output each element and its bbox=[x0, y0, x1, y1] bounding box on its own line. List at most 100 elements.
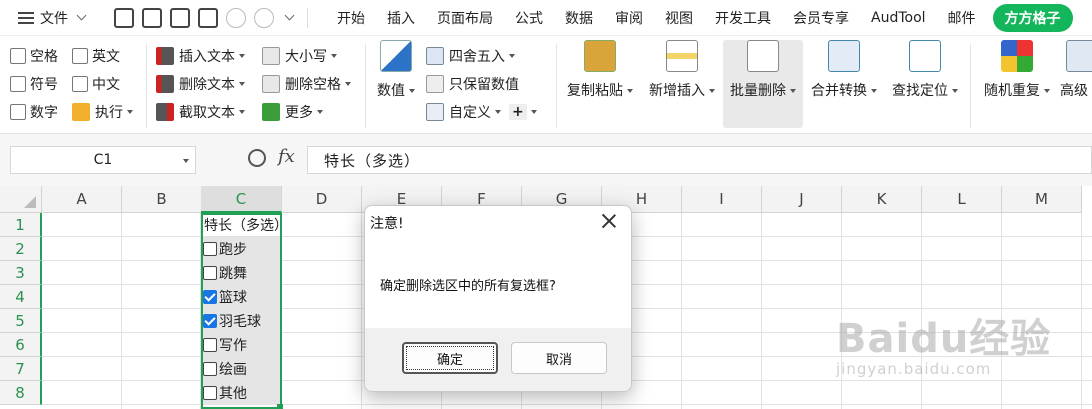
checkbox-unchecked[interactable] bbox=[203, 338, 217, 352]
row-header-5[interactable]: 5 bbox=[0, 309, 42, 333]
column-header-i[interactable]: I bbox=[682, 186, 762, 213]
print-preview-icon[interactable] bbox=[198, 7, 218, 28]
checkbox-label: 跳舞 bbox=[219, 266, 247, 282]
dialog-title: 注意! bbox=[370, 216, 404, 232]
extract-text-button[interactable]: 截取文本 bbox=[156, 98, 245, 126]
checkbox-checked[interactable] bbox=[203, 290, 217, 304]
tab-audtool[interactable]: AudTool bbox=[860, 10, 937, 26]
insert-text-button[interactable]: 插入文本 bbox=[156, 42, 245, 70]
checkbox-chinese[interactable]: 中文 bbox=[72, 74, 120, 94]
checkbox-english[interactable]: 英文 bbox=[72, 46, 120, 66]
custom-button[interactable]: 自定义 bbox=[426, 102, 501, 122]
case-button[interactable]: 大小写 bbox=[262, 42, 351, 70]
file-menu[interactable]: 文件 bbox=[0, 8, 104, 28]
tab-view[interactable]: 视图 bbox=[654, 8, 704, 28]
checkbox-cell[interactable]: 绘画 bbox=[201, 357, 282, 381]
numeric-button[interactable]: 数值 bbox=[374, 40, 418, 100]
extract-text-icon bbox=[156, 103, 174, 121]
row-header-2[interactable]: 2 bbox=[0, 237, 42, 261]
checkbox-label: 篮球 bbox=[219, 290, 247, 306]
row-header-8[interactable]: 8 bbox=[0, 381, 42, 405]
column-header-d[interactable]: D bbox=[282, 186, 362, 213]
tab-fangfang-gezi[interactable]: 方方格子 bbox=[992, 3, 1073, 32]
more-button[interactable]: 更多 bbox=[262, 98, 351, 126]
checkbox-cell[interactable]: 跳舞 bbox=[201, 261, 282, 285]
batch-insert-button[interactable]: 新增插入 bbox=[646, 40, 718, 100]
checkbox-cell[interactable]: 跑步 bbox=[201, 237, 282, 261]
customize-chevron-icon[interactable] bbox=[284, 10, 295, 21]
cell-c1[interactable]: 特长（多选） bbox=[201, 213, 321, 237]
column-header-c[interactable]: C bbox=[201, 186, 282, 213]
checkbox-checked[interactable] bbox=[203, 314, 217, 328]
plus-icon[interactable]: + bbox=[509, 104, 527, 120]
column-header-m[interactable]: M bbox=[1002, 186, 1082, 213]
row-header-6[interactable]: 6 bbox=[0, 333, 42, 357]
checkbox-cell[interactable]: 写作 bbox=[201, 333, 282, 357]
keep-numeric-icon bbox=[426, 75, 444, 93]
tab-insert[interactable]: 插入 bbox=[376, 8, 426, 28]
row-header-1[interactable]: 1 bbox=[0, 213, 42, 237]
checkbox-space[interactable]: 空格 bbox=[10, 46, 72, 66]
tab-home[interactable]: 开始 bbox=[326, 8, 376, 28]
delete-text-button[interactable]: 删除文本 bbox=[156, 70, 245, 98]
save-icon[interactable] bbox=[114, 7, 134, 28]
row-header-7[interactable]: 7 bbox=[0, 357, 42, 381]
checkbox-cell[interactable]: 其他 bbox=[201, 381, 282, 405]
case-icon bbox=[262, 47, 280, 65]
chevron-down-icon[interactable] bbox=[183, 159, 189, 163]
redo-icon[interactable] bbox=[254, 7, 274, 28]
checkbox-unchecked[interactable] bbox=[203, 266, 217, 280]
column-header-a[interactable]: A bbox=[42, 186, 122, 213]
close-icon[interactable] bbox=[601, 213, 617, 229]
advanced-button[interactable]: 高级 bbox=[1060, 40, 1092, 100]
tab-review[interactable]: 审阅 bbox=[604, 8, 654, 28]
checkbox-symbol[interactable]: 符号 bbox=[10, 74, 72, 94]
tab-page-layout[interactable]: 页面布局 bbox=[426, 8, 504, 28]
tab-data[interactable]: 数据 bbox=[554, 8, 604, 28]
tab-mail[interactable]: 邮件 bbox=[937, 8, 987, 28]
select-all-corner[interactable] bbox=[0, 186, 42, 213]
column-header-b[interactable]: B bbox=[122, 186, 202, 213]
undo-icon[interactable] bbox=[226, 7, 246, 28]
cancel-button[interactable]: 取消 bbox=[511, 342, 607, 374]
checkbox-label: 绘画 bbox=[219, 362, 247, 378]
number-group: 四舍五入 只保留数值 自定义 + bbox=[426, 42, 537, 126]
copy-paste-button[interactable]: 复制粘贴 bbox=[565, 40, 635, 100]
row-header-3[interactable]: 3 bbox=[0, 261, 42, 285]
checkbox-cell[interactable]: 篮球 bbox=[201, 285, 282, 309]
fill-handle[interactable] bbox=[277, 404, 283, 409]
tab-developer[interactable]: 开发工具 bbox=[704, 8, 782, 28]
column-header-j[interactable]: J bbox=[762, 186, 842, 213]
random-repeat-button[interactable]: 随机重复 bbox=[980, 40, 1054, 100]
find-locate-button[interactable]: 查找定位 bbox=[889, 40, 961, 100]
tab-member[interactable]: 会员专享 bbox=[782, 8, 860, 28]
ribbon-tabs: 开始 插入 页面布局 公式 数据 审阅 视图 开发工具 会员专享 AudTool… bbox=[326, 3, 1073, 32]
tab-formulas[interactable]: 公式 bbox=[504, 8, 554, 28]
column-header-k[interactable]: K bbox=[842, 186, 922, 213]
keep-numeric-button[interactable]: 只保留数值 bbox=[426, 70, 537, 98]
formula-input[interactable]: 特长（多选） bbox=[307, 146, 1092, 174]
baidu-watermark: Baidu经验 jingyan.baidu.com bbox=[836, 316, 1052, 378]
checkbox-cell[interactable]: 羽毛球 bbox=[201, 309, 282, 333]
advanced-icon bbox=[1066, 40, 1092, 72]
round-button[interactable]: 四舍五入 bbox=[426, 42, 537, 70]
row-header-4[interactable]: 4 bbox=[0, 285, 42, 309]
zoom-icon[interactable] bbox=[248, 149, 266, 167]
checkbox-number[interactable]: 数字 bbox=[10, 102, 72, 122]
name-box[interactable]: C1 bbox=[10, 146, 196, 174]
remove-space-button[interactable]: 删除空格 bbox=[262, 70, 351, 98]
insert-row-icon bbox=[666, 40, 698, 72]
print-icon[interactable] bbox=[170, 7, 190, 28]
batch-delete-button[interactable]: 批量删除 bbox=[723, 40, 803, 128]
execute-button[interactable]: 执行 bbox=[72, 102, 133, 122]
checkbox-unchecked[interactable] bbox=[203, 386, 217, 400]
checkbox-unchecked[interactable] bbox=[203, 362, 217, 376]
ok-button[interactable]: 确定 bbox=[402, 342, 498, 374]
column-header-l[interactable]: L bbox=[922, 186, 1002, 213]
merge-icon bbox=[828, 40, 860, 72]
merge-convert-button[interactable]: 合并转换 bbox=[808, 40, 880, 100]
function-icon[interactable]: fx bbox=[278, 146, 295, 167]
confirm-dialog: 注意! 确定删除选区中的所有复选框? 确定 取消 bbox=[364, 205, 632, 392]
export-pdf-icon[interactable] bbox=[142, 7, 162, 28]
checkbox-unchecked[interactable] bbox=[203, 242, 217, 256]
